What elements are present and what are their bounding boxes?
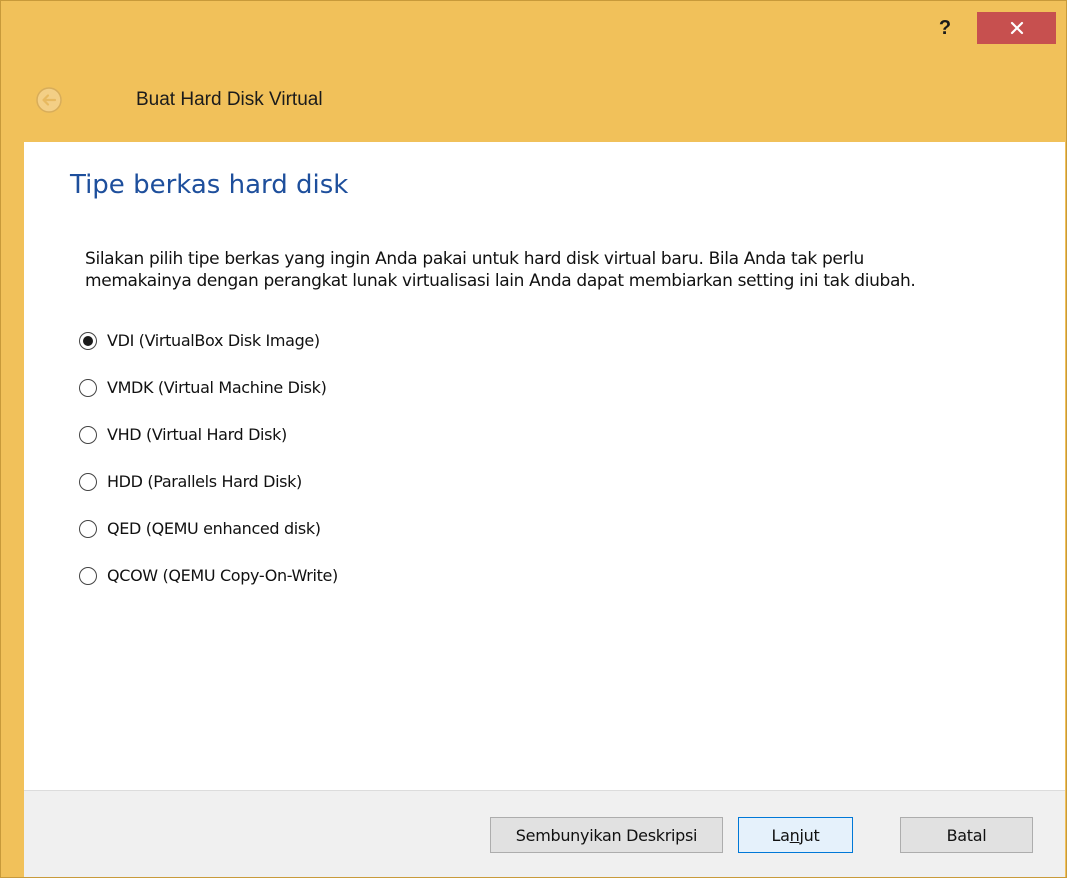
radio-qcow[interactable] (79, 566, 97, 585)
option-label: QED (QEMU enhanced disk) (107, 519, 321, 538)
option-label: VMDK (Virtual Machine Disk) (107, 378, 327, 397)
radio-vmdk[interactable] (79, 378, 97, 397)
hide-description-button[interactable]: Sembunyikan Deskripsi (490, 817, 723, 853)
wizard-title: Buat Hard Disk Virtual (136, 89, 323, 110)
radio-vhd[interactable] (79, 425, 97, 444)
close-button[interactable] (977, 12, 1056, 44)
option-vmdk[interactable]: VMDK (Virtual Machine Disk) (79, 364, 338, 411)
option-label: VHD (Virtual Hard Disk) (107, 425, 287, 444)
next-label-part: jut (799, 825, 820, 845)
dialog-window: ? Buat Hard Disk Virtual Tipe berkas har… (0, 0, 1067, 878)
cancel-button[interactable]: Batal (900, 817, 1033, 853)
option-vdi[interactable]: VDI (VirtualBox Disk Image) (79, 317, 338, 364)
next-label-accelerator: n (789, 825, 800, 845)
page-title: Tipe berkas hard disk (70, 170, 349, 200)
back-arrow-icon (36, 87, 62, 113)
option-label: VDI (VirtualBox Disk Image) (107, 331, 320, 350)
option-vhd[interactable]: VHD (Virtual Hard Disk) (79, 411, 338, 458)
content-panel: Tipe berkas hard disk Silakan pilih tipe… (24, 142, 1065, 790)
next-button[interactable]: La n jut (738, 817, 853, 853)
radio-qed[interactable] (79, 519, 97, 538)
next-label-part: La (771, 825, 790, 845)
radio-vdi[interactable] (79, 331, 97, 350)
back-button[interactable] (35, 86, 63, 114)
description-text: Silakan pilih tipe berkas yang ingin And… (85, 248, 1045, 292)
option-label: HDD (Parallels Hard Disk) (107, 472, 302, 491)
option-qed[interactable]: QED (QEMU enhanced disk) (79, 505, 338, 552)
option-qcow[interactable]: QCOW (QEMU Copy-On-Write) (79, 552, 338, 599)
file-type-options: VDI (VirtualBox Disk Image) VMDK (Virtua… (79, 317, 338, 599)
option-hdd[interactable]: HDD (Parallels Hard Disk) (79, 458, 338, 505)
radio-selected-dot (83, 335, 93, 346)
description-line-2: memakainya dengan perangkat lunak virtua… (85, 271, 916, 291)
description-line-1: Silakan pilih tipe berkas yang ingin And… (85, 249, 864, 269)
radio-hdd[interactable] (79, 472, 97, 491)
option-label: QCOW (QEMU Copy-On-Write) (107, 566, 338, 585)
button-bar: Sembunyikan Deskripsi La n jut Batal (24, 790, 1065, 877)
help-button[interactable]: ? (923, 13, 967, 43)
close-icon (1010, 21, 1023, 35)
